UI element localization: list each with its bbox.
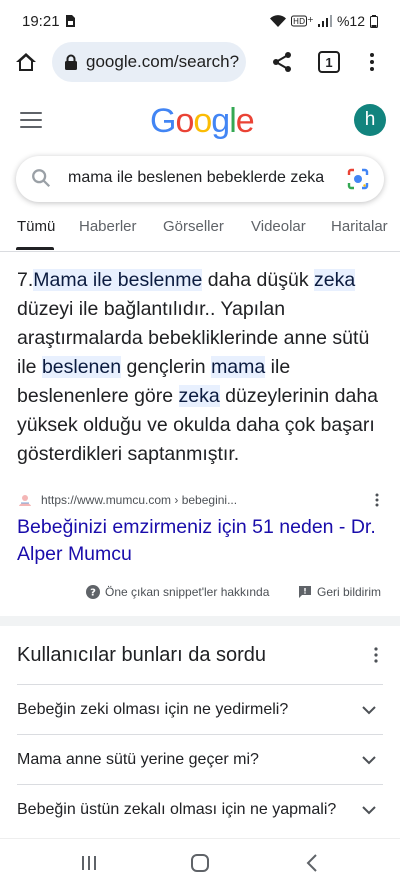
divider xyxy=(0,251,400,252)
tab-switcher-icon[interactable]: 1 xyxy=(318,51,340,73)
paa-question[interactable]: Bebeğin üstün zekalı olması için ne yapm… xyxy=(17,784,383,834)
featured-snippet-text: 7.Mama ile beslenme daha düşük zeka düze… xyxy=(17,266,385,469)
home-button-icon[interactable] xyxy=(190,853,210,873)
google-logo[interactable]: Google xyxy=(150,102,255,141)
more-vert-icon[interactable] xyxy=(368,646,384,664)
tab-all[interactable]: Tümü xyxy=(17,218,55,235)
svg-text:?: ? xyxy=(90,588,96,599)
result-source[interactable]: https://www.mumcu.com › bebegini... xyxy=(17,490,385,510)
search-input[interactable]: mama ile beslenen bebeklerde zeka xyxy=(68,169,324,187)
chevron-down-icon xyxy=(362,756,376,765)
google-lens-icon[interactable] xyxy=(346,167,370,191)
address-bar[interactable]: google.com/search? xyxy=(52,42,246,82)
back-icon[interactable] xyxy=(304,853,320,873)
paa-list: Bebeğin zeki olması için ne yedirmeli? M… xyxy=(17,684,383,834)
wifi-icon xyxy=(269,15,286,27)
snippet-highlight: zeka xyxy=(314,269,356,291)
site-favicon-icon xyxy=(19,495,31,506)
logo-letter: G xyxy=(150,102,176,140)
search-box[interactable]: mama ile beslenen bebeklerde zeka xyxy=(16,156,384,202)
more-vert-icon[interactable] xyxy=(360,50,384,74)
hd-icon: HD + xyxy=(290,15,313,27)
snippet-segment: daha düşük xyxy=(202,269,315,291)
svg-text:HD: HD xyxy=(293,17,305,26)
active-tab-indicator xyxy=(16,247,54,250)
browser-toolbar: google.com/search? 1 xyxy=(0,42,400,82)
chevron-down-icon xyxy=(362,706,376,715)
google-header: Google h xyxy=(0,92,400,152)
lock-icon xyxy=(65,54,77,70)
snippet-segment: 7. xyxy=(17,269,34,291)
tab-videos[interactable]: Videolar xyxy=(251,218,306,235)
avatar[interactable]: h xyxy=(354,104,386,136)
recent-apps-icon[interactable] xyxy=(80,854,98,872)
snippet-highlight: beslenen xyxy=(41,356,122,378)
share-icon[interactable] xyxy=(270,50,294,74)
svg-text:+: + xyxy=(307,15,313,24)
feedback-link[interactable]: Geri bildirim xyxy=(298,585,381,599)
sim-icon xyxy=(65,15,75,27)
snippet-highlight: Mama ile beslenme xyxy=(33,269,203,291)
avatar-letter: h xyxy=(364,109,376,130)
paa-question[interactable]: Bebeğin zeki olması için ne yedirmeli? xyxy=(17,684,383,734)
status-time: 19:21 xyxy=(22,12,60,30)
paa-question[interactable]: Mama anne sütü yerine geçer mi? xyxy=(17,734,383,784)
result-url: https://www.mumcu.com › bebegini... xyxy=(41,493,238,507)
system-nav-bar xyxy=(0,838,400,888)
status-bar: 19:21 HD + %12 xyxy=(0,0,400,42)
tab-news[interactable]: Haberler xyxy=(79,218,137,235)
paa-question-text: Bebeğin zeki olması için ne yedirmeli? xyxy=(17,700,289,718)
logo-letter: o xyxy=(193,102,212,140)
about-snippets-link[interactable]: ? Öne çıkan snippet'ler hakkında xyxy=(86,585,269,599)
search-icon[interactable] xyxy=(30,167,52,189)
home-icon[interactable] xyxy=(14,50,38,74)
url-text: google.com/search? xyxy=(86,52,240,71)
search-tabs: Tümü Haberler Görseller Videolar Harital… xyxy=(0,216,400,252)
result-title-link[interactable]: Bebeğinizi emzirmeniz için 51 neden - Dr… xyxy=(17,514,377,568)
signal-icon xyxy=(317,15,332,27)
menu-icon[interactable] xyxy=(20,112,42,130)
logo-letter: o xyxy=(175,102,194,140)
chevron-down-icon xyxy=(362,806,376,815)
tab-images[interactable]: Görseller xyxy=(163,218,224,235)
paa-question-text: Bebeğin üstün zekalı olması için ne yapm… xyxy=(17,800,337,818)
tab-maps[interactable]: Haritalar xyxy=(331,218,388,235)
feedback-icon xyxy=(299,586,311,598)
tab-count: 1 xyxy=(325,54,333,70)
battery-percent: %12 xyxy=(336,13,365,29)
paa-title: Kullanıcılar bunları da sordu xyxy=(17,644,267,666)
snippet-segment: gençlerin xyxy=(121,356,212,378)
section-separator xyxy=(0,616,400,626)
battery-icon xyxy=(370,14,378,28)
logo-letter: g xyxy=(211,102,230,140)
snippet-highlight: mama xyxy=(211,356,266,378)
feedback-label: Geri bildirim xyxy=(317,585,382,599)
about-label: Öne çıkan snippet'ler hakkında xyxy=(105,585,270,599)
help-icon: ? xyxy=(86,585,100,599)
paa-question-text: Mama anne sütü yerine geçer mi? xyxy=(17,750,259,768)
more-vert-icon[interactable] xyxy=(369,492,385,508)
snippet-footer: ? Öne çıkan snippet'ler hakkında Geri bi… xyxy=(0,582,400,604)
logo-letter: e xyxy=(235,102,255,140)
snippet-highlight: zeka xyxy=(178,385,220,407)
